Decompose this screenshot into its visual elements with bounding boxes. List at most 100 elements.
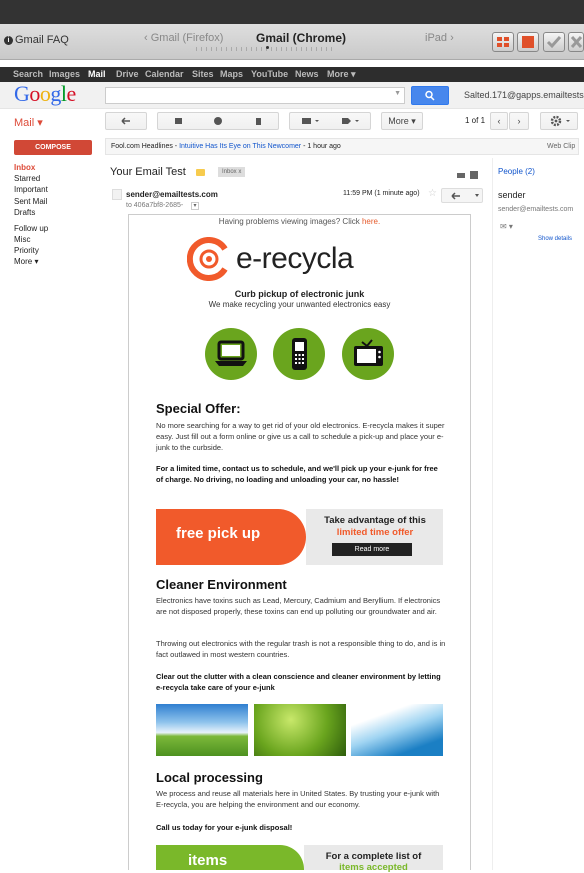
print-button[interactable] — [456, 167, 484, 185]
items-label: items — [188, 852, 228, 869]
view-images-notice: Having problems viewing images? Click he… — [128, 217, 471, 226]
right-panel-divider — [492, 158, 493, 870]
settings-button[interactable] — [540, 112, 578, 130]
grid-icon — [497, 37, 509, 47]
sidebar-item-inbox[interactable]: Inbox — [14, 163, 35, 172]
people-heading[interactable]: People (2) — [498, 167, 535, 176]
search-icon — [425, 90, 435, 101]
print-icon — [457, 171, 478, 179]
special-offer-highlight: For a limited time, contact us to schedu… — [156, 464, 438, 484]
reply-button[interactable] — [441, 188, 483, 203]
sidebar-item-follow-up[interactable]: Follow up — [14, 224, 48, 233]
check-icon — [546, 36, 562, 49]
archive-icon — [175, 118, 182, 124]
carousel-dot-active — [266, 46, 269, 49]
recipient-details-toggle[interactable]: ▾ — [191, 202, 199, 210]
gbar-more[interactable]: More ▾ — [327, 69, 356, 80]
sidebar-item-misc[interactable]: Misc — [14, 235, 30, 244]
mail-dropdown[interactable]: Mail ▾ — [14, 116, 43, 129]
web-clip-link[interactable]: Intuitive Has Its Eye on This Newcomer — [179, 143, 301, 150]
tab-ipad[interactable]: iPad › — [425, 32, 454, 44]
google-logo[interactable]: Google — [14, 81, 76, 107]
sidebar-item-starred[interactable]: Starred — [14, 174, 40, 183]
approve-button[interactable] — [543, 32, 565, 52]
square-icon — [522, 36, 534, 48]
window-top-bar — [0, 0, 584, 24]
back-button[interactable] — [105, 112, 147, 130]
sidebar-item-important[interactable]: Important — [14, 185, 48, 194]
full-view-button[interactable] — [517, 32, 539, 52]
search-input[interactable]: ▼ — [105, 87, 405, 104]
items-banner[interactable] — [156, 845, 304, 870]
gbar-images[interactable]: Images — [49, 69, 80, 79]
web-clip-age: - 1 hour ago — [301, 143, 341, 150]
sender-avatar — [112, 189, 122, 200]
gbar-news[interactable]: News — [295, 69, 319, 79]
limited-offer-text: limited time offer — [336, 527, 414, 538]
info-icon: i — [4, 36, 13, 45]
newer-button[interactable]: ‹ — [490, 112, 508, 130]
environment-paragraph-1: Electronics have toxins such as Lead, Me… — [156, 596, 441, 616]
cleaner-environment-heading: Cleaner Environment — [156, 577, 287, 592]
more-button[interactable]: More ▾ — [381, 112, 423, 130]
spam-icon — [214, 117, 222, 125]
star-icon[interactable]: ☆ — [428, 188, 437, 199]
sidebar-item-drafts[interactable]: Drafts — [14, 208, 35, 217]
compose-button[interactable]: COMPOSE — [14, 140, 92, 155]
local-processing-paragraph: We process and reuse all materials here … — [156, 789, 440, 809]
tab-gmail-firefox[interactable]: ‹ Gmail (Firefox) — [144, 32, 223, 44]
gbar-maps[interactable]: Maps — [220, 69, 243, 79]
pagination: 1 of 1 — [465, 116, 486, 125]
web-clip-source: Fool.com Headlines - — [111, 143, 180, 150]
folder-icon — [302, 118, 319, 124]
contact-name[interactable]: sender — [498, 190, 526, 200]
sidebar-item-priority[interactable]: Priority — [14, 246, 39, 255]
environment-paragraph-2: Throwing out electronics with the regula… — [156, 639, 446, 659]
web-clip-bar: Fool.com Headlines - Intuitive Has Its E… — [105, 138, 579, 155]
items-accepted-text: items accepted — [339, 862, 408, 873]
gbar-calendar[interactable]: Calendar — [145, 69, 184, 79]
special-offer-paragraph: No more searching for a way to get rid o… — [156, 421, 445, 452]
tab-gmail-chrome[interactable]: Gmail (Chrome) — [256, 31, 346, 45]
special-offer-heading: Special Offer: — [156, 401, 241, 416]
sidebar-item-more[interactable]: More ▾ — [14, 257, 38, 266]
sender-address[interactable]: sender@emailtests.com — [126, 190, 218, 199]
web-clip-label[interactable]: Web Clip — [547, 143, 575, 150]
gbar-search[interactable]: Search — [13, 69, 43, 79]
action-group — [157, 112, 279, 130]
recipient-line[interactable]: to 406a7bf8-2685- — [126, 202, 183, 209]
reply-icon — [451, 192, 479, 200]
faq-label: Gmail FAQ — [15, 34, 69, 46]
action-icons — [175, 117, 261, 125]
inbox-label-chip[interactable]: Inbox x — [218, 167, 246, 177]
read-more-button[interactable]: Read more — [332, 543, 412, 556]
cellphone-icon — [273, 328, 325, 380]
show-details-link[interactable]: Show details — [538, 236, 572, 242]
envelope-icon[interactable]: ✉ ▾ — [500, 222, 513, 231]
tag-icon — [342, 118, 359, 124]
brand-name: e-recycla — [236, 242, 354, 275]
gbar-sites[interactable]: Sites — [192, 69, 214, 79]
sidebar-item-sent-mail[interactable]: Sent Mail — [14, 197, 47, 206]
gbar-youtube[interactable]: YouTube — [251, 69, 288, 79]
account-email[interactable]: Salted.171@gapps.emailtests.com — [464, 90, 584, 100]
e-recycla-logo-icon — [186, 237, 231, 286]
search-options-icon[interactable]: ▼ — [394, 90, 401, 97]
environment-paragraph-3: Clear out the clutter with a clean consc… — [156, 672, 441, 692]
older-button[interactable]: › — [509, 112, 529, 130]
split-view-button[interactable] — [492, 32, 514, 52]
contact-email: sender@emailtests.com — [498, 206, 574, 213]
google-bar: Search Images Mail Drive Calendar Sites … — [0, 67, 584, 82]
gmail-faq-link[interactable]: i Gmail FAQ — [4, 34, 69, 46]
gbar-mail[interactable]: Mail — [88, 69, 106, 79]
move-label-group — [289, 112, 371, 130]
chevron-left-icon: ‹ — [497, 116, 501, 126]
view-images-link[interactable]: here. — [362, 217, 380, 226]
gbar-drive[interactable]: Drive — [116, 69, 139, 79]
call-today-text: Call us today for your e-junk disposal! — [156, 823, 293, 832]
important-marker-icon[interactable] — [196, 169, 205, 176]
close-icon — [570, 35, 583, 49]
search-button[interactable] — [411, 86, 449, 105]
close-button[interactable] — [568, 32, 584, 52]
tagline-subheading: We make recycling your unwanted electron… — [208, 300, 391, 309]
